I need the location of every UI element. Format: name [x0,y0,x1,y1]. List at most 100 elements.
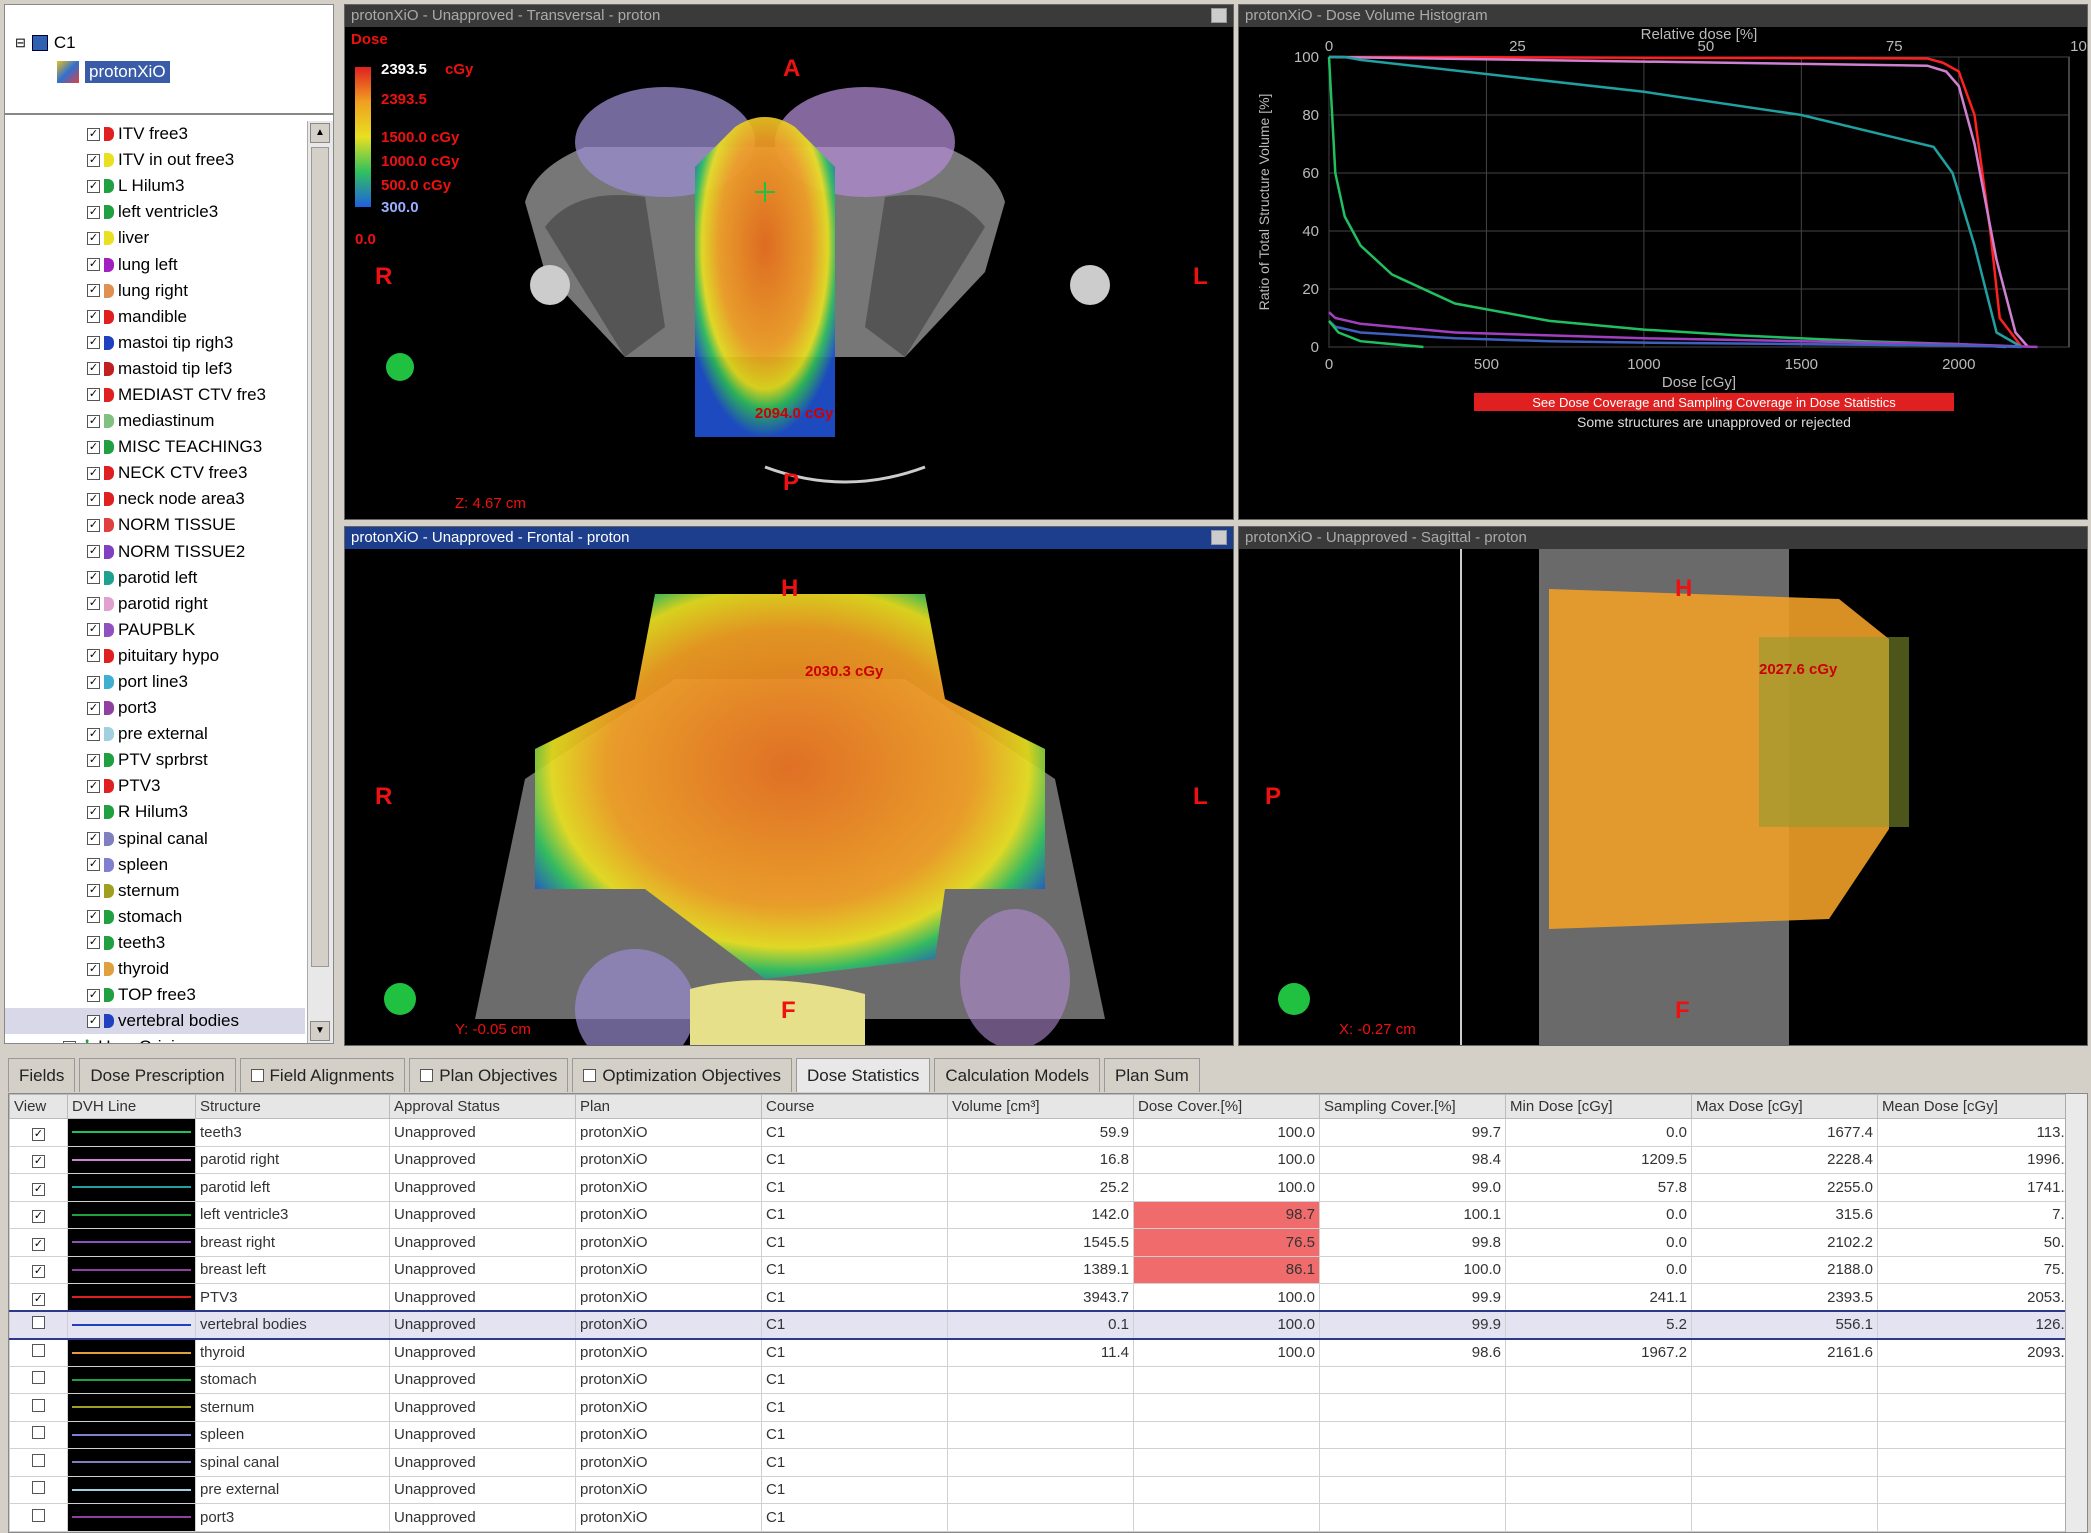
column-header[interactable]: Approval Status [389,1094,576,1119]
visibility-checkbox[interactable]: ✓ [87,440,100,454]
column-header[interactable]: DVH Line [67,1094,196,1119]
dvh-view[interactable]: protonXiO - Dose Volume Histogram 0 500 10… [1238,4,2088,520]
view-checkbox[interactable] [32,1398,45,1412]
view-cell[interactable] [9,1475,68,1504]
scroll-up-icon[interactable]: ▲ [310,123,330,143]
table-row[interactable]: port3 Unapproved protonXiO C1 [9,1503,2078,1532]
tab-1[interactable]: Dose Prescription [79,1058,236,1092]
view-cell[interactable] [9,1503,68,1532]
tree-scrollbar[interactable]: ▲ ▼ [307,121,333,1043]
view-cell[interactable]: ✓ [9,1145,68,1174]
view-checkbox[interactable]: ✓ [32,1210,45,1224]
view-cell[interactable] [9,1448,68,1477]
table-row[interactable]: vertebral bodies Unapproved protonXiO C1 0.1… [9,1310,2078,1340]
table-row[interactable]: ✓ left ventricle3 Unapproved protonXiO C1 142… [9,1200,2078,1229]
table-row[interactable]: spinal canal Unapproved protonXiO C1 [9,1448,2078,1477]
structure-item[interactable]: ✓ PTV sprbrst [5,747,305,773]
view-checkbox[interactable] [32,1481,45,1495]
tab-4[interactable]: Optimization Objectives [572,1058,792,1092]
visibility-checkbox[interactable]: ✓ [87,1014,100,1028]
column-header[interactable]: Plan [575,1094,762,1119]
visibility-checkbox[interactable]: ✓ [87,310,100,324]
expand-icon[interactable]: ⊟ [15,35,26,51]
view-checkbox[interactable]: ✓ [32,1237,45,1251]
visibility-checkbox[interactable]: ✓ [63,1040,76,1043]
table-row[interactable]: stomach Unapproved protonXiO C1 [9,1365,2078,1394]
visibility-checkbox[interactable]: ✓ [87,205,100,219]
tab-checkbox[interactable] [583,1069,597,1082]
column-header[interactable]: Structure [195,1094,390,1119]
view-checkbox[interactable] [32,1316,45,1330]
structure-item[interactable]: ✓ PAUPBLK [5,617,305,643]
structure-item[interactable]: ✓ L Hilum3 [5,173,305,199]
view-cell[interactable]: ✓ [9,1255,68,1284]
structure-item[interactable]: ✓ liver [5,225,305,251]
visibility-checkbox[interactable]: ✓ [87,518,100,532]
view-cell[interactable] [9,1365,68,1394]
structure-item[interactable]: ✓ parotid left [5,565,305,591]
structure-item[interactable]: ✓ neck node area3 [5,486,305,512]
scroll-thumb[interactable] [311,147,329,967]
visibility-checkbox[interactable]: ✓ [87,414,100,428]
column-header[interactable]: Dose Cover.[%] [1133,1094,1320,1119]
dose-max-value[interactable]: 2393.5 [381,61,427,78]
scroll-down-icon[interactable]: ▼ [310,1021,330,1041]
dose-min-value[interactable]: 0.0 [355,231,376,248]
view-checkbox[interactable]: ✓ [32,1292,45,1306]
visibility-checkbox[interactable]: ✓ [87,701,100,715]
sagittal-view[interactable]: protonXiO - Unapproved - Sagittal - prot… [1238,526,2088,1046]
visibility-checkbox[interactable]: ✓ [87,362,100,376]
structure-item[interactable]: ✓ teeth3 [5,930,305,956]
table-row[interactable]: ✓ parotid left Unapproved protonXiO C1 25.2 10… [9,1173,2078,1202]
tab-7[interactable]: Plan Sum [1104,1058,1200,1092]
visibility-checkbox[interactable]: ✓ [87,936,100,950]
structure-item[interactable]: ✓ parotid right [5,591,305,617]
visibility-checkbox[interactable]: ✓ [87,805,100,819]
visibility-checkbox[interactable]: ✓ [87,988,100,1002]
visibility-checkbox[interactable]: ✓ [87,779,100,793]
view-checkbox[interactable] [32,1508,45,1522]
view-cell[interactable] [9,1420,68,1449]
column-header[interactable]: Max Dose [cGy] [1691,1094,1878,1119]
structure-item[interactable]: ✓ TOP free3 [5,982,305,1008]
table-row[interactable]: ✓ breast left Unapproved protonXiO C1 1389.1 8… [9,1255,2078,1284]
structure-item[interactable]: ✓ R Hilum3 [5,799,305,825]
structure-item[interactable]: ✓ lung left [5,251,305,277]
table-row[interactable]: ✓ breast right Unapproved protonXiO C1 1545.5… [9,1228,2078,1257]
visibility-checkbox[interactable]: ✓ [87,545,100,559]
visibility-checkbox[interactable]: ✓ [87,727,100,741]
structure-item[interactable]: ✓ mastoid tip lef3 [5,356,305,382]
table-row[interactable]: spleen Unapproved protonXiO C1 [9,1420,2078,1449]
view-cell[interactable]: ✓ [9,1228,68,1257]
maximize-icon[interactable] [1211,8,1227,23]
table-scrollbar[interactable] [2065,1094,2087,1532]
table-row[interactable]: thyroid Unapproved protonXiO C1 11.4 100.0 98.… [9,1338,2078,1367]
course-node[interactable]: ⊟ C1 [15,33,76,53]
table-row[interactable]: sternum Unapproved protonXiO C1 [9,1393,2078,1422]
structure-item[interactable]: ✓ NORM TISSUE2 [5,539,305,565]
visibility-checkbox[interactable]: ✓ [87,127,100,141]
visibility-checkbox[interactable]: ✓ [87,884,100,898]
tab-checkbox[interactable] [250,1069,264,1082]
column-header[interactable]: View [9,1094,68,1119]
view-checkbox[interactable] [32,1371,45,1385]
visibility-checkbox[interactable]: ✓ [87,231,100,245]
view-checkbox[interactable]: ✓ [32,1182,45,1196]
structure-item[interactable]: ✓ vertebral bodies [5,1008,305,1035]
table-row[interactable]: ✓ PTV3 Unapproved protonXiO C1 3943.7 100.0 99.… [9,1283,2078,1312]
column-header[interactable]: Sampling Cover.[%] [1319,1094,1506,1119]
structure-item[interactable]: ✓ PTV3 [5,773,305,799]
view-cell[interactable] [9,1310,68,1340]
visibility-checkbox[interactable]: ✓ [87,153,100,167]
view-checkbox[interactable]: ✓ [32,1127,45,1141]
structure-item[interactable]: ✓ mastoi tip righ3 [5,330,305,356]
tab-5[interactable]: Dose Statistics [795,1058,931,1092]
structure-item[interactable]: ✓ mandible [5,304,305,330]
tab-0[interactable]: Fields [8,1058,76,1092]
tab-6[interactable]: Calculation Models [934,1058,1101,1092]
column-header[interactable]: Volume [cm³] [947,1094,1134,1119]
visibility-checkbox[interactable]: ✓ [87,179,100,193]
visibility-checkbox[interactable]: ✓ [87,858,100,872]
structure-item[interactable]: ✓ port3 [5,695,305,721]
visibility-checkbox[interactable]: ✓ [87,492,100,506]
